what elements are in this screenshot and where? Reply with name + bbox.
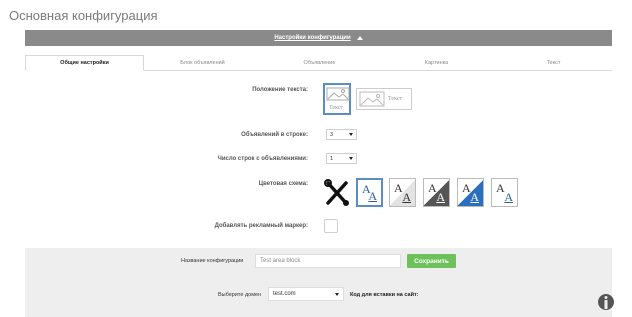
- tab-ad-block[interactable]: Блок объявлений: [144, 55, 261, 70]
- ad-marker-checkbox[interactable]: [324, 219, 338, 233]
- tab-picture[interactable]: Картинка: [378, 55, 495, 70]
- color-scheme-option-4[interactable]: A A: [457, 178, 484, 207]
- text-position-below-option[interactable]: Текст: [323, 83, 351, 115]
- scheme-letter: A: [504, 190, 513, 204]
- scheme-letter: A: [436, 190, 445, 204]
- domain-value: test.com: [273, 291, 296, 297]
- settings-tabs: Общие настройки Блок объявлений Объявлен…: [25, 55, 612, 71]
- scheme-letter: A: [402, 190, 411, 204]
- config-settings-link[interactable]: Настройки конфигурации: [274, 35, 350, 41]
- ads-per-row-select[interactable]: 3: [326, 129, 357, 140]
- tab-general[interactable]: Общие настройки: [25, 55, 144, 71]
- text-position-right-caption: Текст: [388, 96, 403, 102]
- custom-colors-tools-icon[interactable]: [324, 178, 350, 207]
- scheme-letter: A: [470, 190, 479, 204]
- ads-per-row-label: Объявлений в строке:: [241, 132, 308, 138]
- ad-marker-label: Добавлять рекламный маркер:: [214, 223, 308, 229]
- tab-ad[interactable]: Объявление: [261, 55, 378, 70]
- save-button[interactable]: Сохранить: [407, 254, 456, 268]
- image-placeholder-icon: [359, 91, 385, 107]
- chevron-down-icon: [349, 157, 353, 160]
- chevron-down-icon: [335, 292, 339, 296]
- embed-code-label: Код для вставки на сайт:: [350, 292, 419, 298]
- text-position-below-caption: Текст: [329, 105, 344, 111]
- color-scheme-option-1[interactable]: A A: [356, 178, 383, 207]
- rows-count-value: 1: [330, 155, 334, 162]
- chevron-down-icon: [349, 133, 353, 136]
- tab-text[interactable]: Текст: [495, 55, 612, 70]
- color-scheme-option-3[interactable]: A A: [423, 178, 450, 207]
- config-name-input[interactable]: Test area block: [255, 254, 401, 268]
- color-scheme-label: Цветовая схема:: [258, 181, 308, 187]
- config-name-label: Название конфигурации: [181, 258, 244, 264]
- collapse-up-icon[interactable]: [356, 36, 363, 40]
- domain-label: Выберите домен: [218, 292, 262, 298]
- ads-per-row-value: 3: [330, 131, 334, 138]
- image-placeholder-icon: [326, 87, 350, 101]
- text-position-label: Положение текста:: [252, 87, 308, 93]
- text-position-right-option[interactable]: Текст: [356, 88, 412, 110]
- scheme-letter: A: [368, 189, 377, 203]
- rows-count-select[interactable]: 1: [326, 153, 357, 164]
- color-scheme-option-2[interactable]: A A: [389, 178, 416, 207]
- domain-select[interactable]: test.com: [268, 287, 344, 301]
- color-scheme-option-5[interactable]: A A: [491, 178, 518, 207]
- info-icon[interactable]: [598, 293, 614, 317]
- rows-count-label: Число строк с объявлениями:: [217, 156, 308, 162]
- page-title: Основная конфигурация: [9, 8, 158, 23]
- config-settings-bar[interactable]: Настройки конфигурации: [25, 30, 612, 46]
